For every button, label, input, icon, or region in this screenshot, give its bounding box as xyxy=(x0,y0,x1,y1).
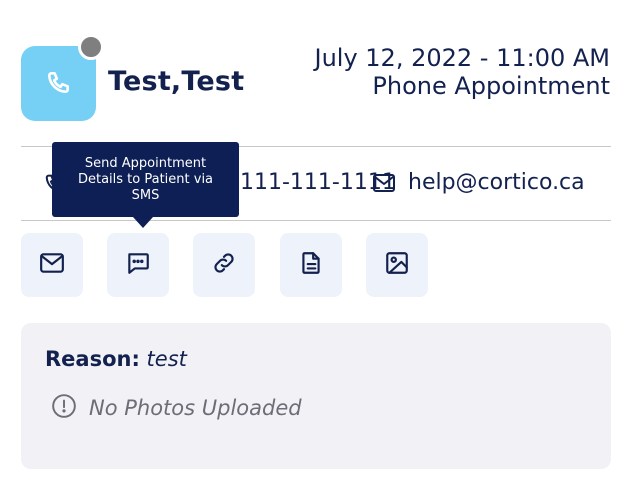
tooltip-arrow xyxy=(133,217,153,228)
message-icon xyxy=(125,250,151,280)
photos-status: No Photos Uploaded xyxy=(51,393,302,423)
image-icon xyxy=(384,250,410,280)
document-button[interactable] xyxy=(280,233,342,297)
mail-icon xyxy=(372,172,396,194)
tooltip-line: Details to Patient via xyxy=(77,172,214,187)
sms-button[interactable] xyxy=(107,233,169,297)
status-indicator xyxy=(78,34,104,60)
email-address[interactable]: help@cortico.ca xyxy=(408,168,585,198)
tooltip-line: Send Appointment xyxy=(84,156,207,171)
reason-line: Reason: test xyxy=(45,347,187,371)
sms-tooltip: Send Appointment Details to Patient via … xyxy=(52,142,239,217)
appointment-type: Phone Appointment xyxy=(372,72,610,100)
patient-name: Test,Test xyxy=(108,66,245,97)
alert-circle-icon xyxy=(51,393,77,423)
reason-card: Reason: test No Photos Uploaded xyxy=(21,323,611,469)
image-button[interactable] xyxy=(366,233,428,297)
tooltip-line: SMS xyxy=(131,188,160,203)
no-photos-text: No Photos Uploaded xyxy=(89,396,302,420)
mail-icon xyxy=(39,251,65,279)
document-icon xyxy=(298,250,324,280)
reason-value: test xyxy=(146,347,187,371)
link-icon xyxy=(211,250,237,280)
email-button[interactable] xyxy=(21,233,83,297)
phone-icon xyxy=(46,69,72,99)
divider-bottom xyxy=(21,220,611,221)
reason-label: Reason: xyxy=(45,347,140,371)
link-button[interactable] xyxy=(193,233,255,297)
appointment-date-time: July 12, 2022 - 11:00 AM xyxy=(314,44,611,72)
